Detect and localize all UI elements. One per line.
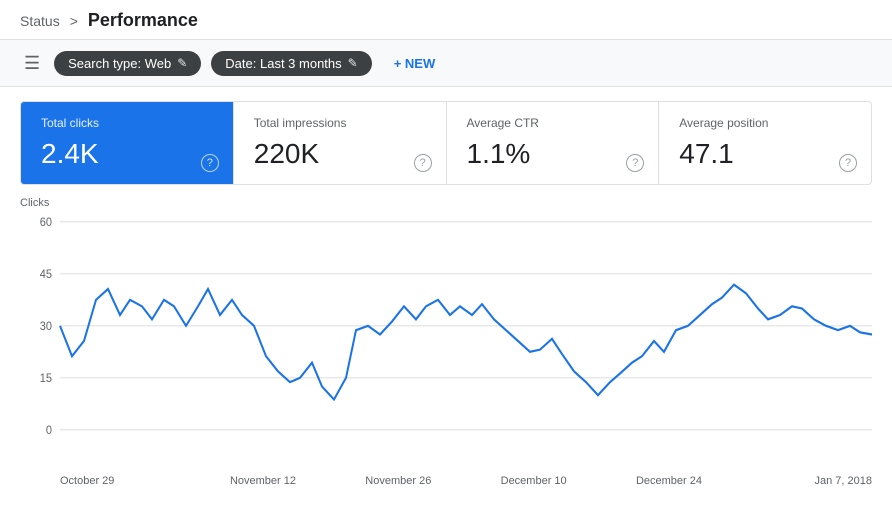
metric-label: Total impressions xyxy=(254,116,426,130)
metric-value: 47.1 xyxy=(679,138,851,170)
search-type-chip[interactable]: Search type: Web ✎ xyxy=(54,51,201,76)
page-title: Performance xyxy=(88,10,198,31)
new-button[interactable]: + NEW xyxy=(386,51,444,76)
chart-x-labels: October 29November 12November 26December… xyxy=(20,471,872,487)
metric-value: 220K xyxy=(254,138,426,170)
metric-label: Average position xyxy=(679,116,851,130)
chart-x-label: December 24 xyxy=(601,475,736,487)
metric-card-average-position[interactable]: Average position 47.1 ? xyxy=(659,102,871,184)
date-label: Date: Last 3 months xyxy=(225,56,341,71)
filter-icon: ☰ xyxy=(24,54,40,72)
metric-value: 2.4K xyxy=(41,138,213,170)
breadcrumb-separator: > xyxy=(70,13,78,29)
metrics-row: Total clicks 2.4K ? Total impressions 22… xyxy=(20,101,872,185)
chart-svg: 60 45 30 15 0 xyxy=(20,211,872,471)
metric-card-total-impressions[interactable]: Total impressions 220K ? xyxy=(234,102,447,184)
metric-card-total-clicks[interactable]: Total clicks 2.4K ? xyxy=(21,102,234,184)
chart-x-label: November 12 xyxy=(195,475,330,487)
svg-text:60: 60 xyxy=(40,217,52,229)
date-edit-icon: ✎ xyxy=(348,56,358,70)
breadcrumb-parent: Status xyxy=(20,13,60,29)
filter-icon-button[interactable]: ☰ xyxy=(20,50,44,76)
svg-text:30: 30 xyxy=(40,321,52,333)
search-type-label: Search type: Web xyxy=(68,56,171,71)
chart-container: 60 45 30 15 0 xyxy=(20,211,872,471)
metric-card-average-ctr[interactable]: Average CTR 1.1% ? xyxy=(447,102,660,184)
chart-y-label: Clicks xyxy=(20,197,872,209)
metric-help-icon[interactable]: ? xyxy=(626,154,644,172)
chart-x-label: December 10 xyxy=(466,475,601,487)
svg-text:15: 15 xyxy=(40,373,52,385)
chart-area: Clicks 60 45 30 15 0 October 29November … xyxy=(20,197,872,487)
metric-label: Total clicks xyxy=(41,116,213,130)
metric-label: Average CTR xyxy=(467,116,639,130)
toolbar: ☰ Search type: Web ✎ Date: Last 3 months… xyxy=(0,40,892,87)
page-header: Status > Performance xyxy=(0,0,892,40)
search-type-edit-icon: ✎ xyxy=(177,56,187,70)
metric-value: 1.1% xyxy=(467,138,639,170)
metric-help-icon[interactable]: ? xyxy=(201,154,219,172)
date-chip[interactable]: Date: Last 3 months ✎ xyxy=(211,51,371,76)
chart-x-label: Jan 7, 2018 xyxy=(737,475,872,487)
chart-x-label: November 26 xyxy=(331,475,466,487)
metric-help-icon[interactable]: ? xyxy=(414,154,432,172)
svg-text:45: 45 xyxy=(40,269,52,281)
svg-text:0: 0 xyxy=(46,425,52,437)
chart-x-label: October 29 xyxy=(60,475,195,487)
metric-help-icon[interactable]: ? xyxy=(839,154,857,172)
